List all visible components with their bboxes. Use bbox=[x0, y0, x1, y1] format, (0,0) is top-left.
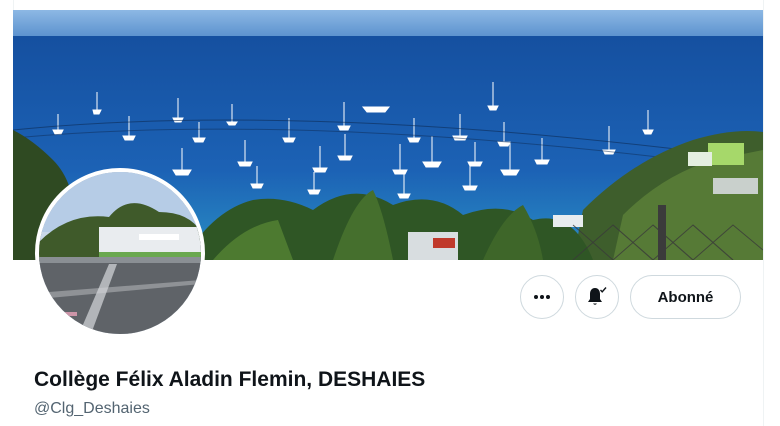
notifications-button[interactable] bbox=[575, 275, 619, 319]
following-button-label: Abonné bbox=[657, 288, 714, 306]
profile-header: Abonné Collège Félix Aladin Flemin, DESH… bbox=[13, 10, 763, 426]
profile-handle: @Clg_Deshaies bbox=[34, 400, 150, 417]
column-border-right bbox=[763, 0, 764, 426]
following-button[interactable]: Abonné bbox=[630, 275, 741, 319]
avatar-image bbox=[39, 172, 201, 334]
bell-check-icon bbox=[588, 287, 607, 305]
more-horizontal-icon bbox=[534, 295, 550, 299]
profile-avatar[interactable] bbox=[35, 168, 205, 338]
more-options-button[interactable] bbox=[520, 275, 564, 319]
profile-display-name: Collège Félix Aladin Flemin, DESHAIES bbox=[34, 368, 426, 391]
